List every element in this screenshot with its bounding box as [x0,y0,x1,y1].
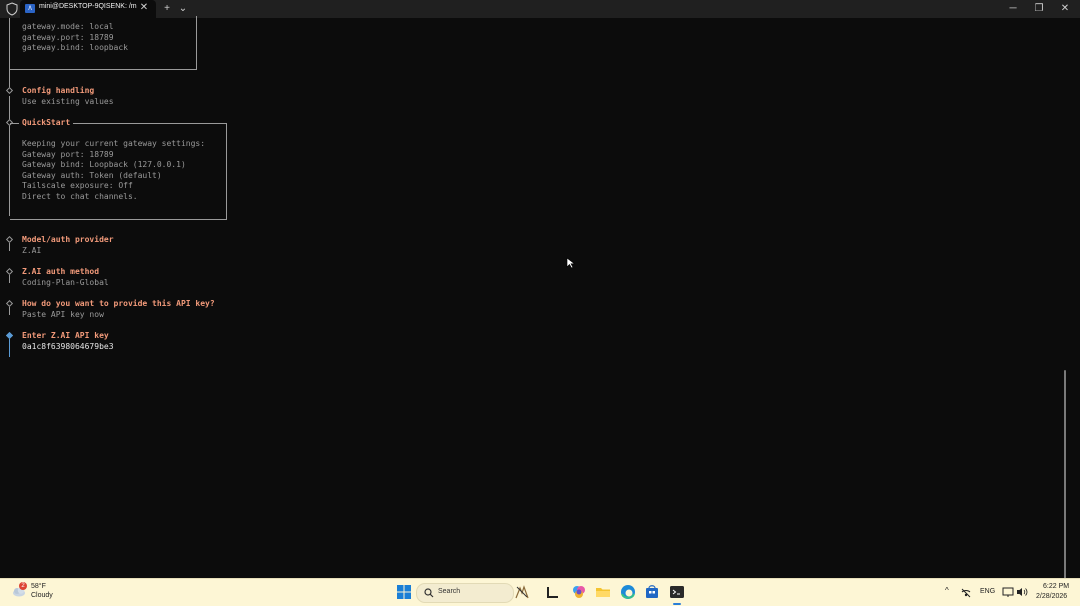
step-rail [9,243,10,251]
show-hidden-icons-chevron[interactable]: ^ [945,586,949,595]
close-window-button[interactable]: ✕ [1052,1,1078,17]
active-step-icon [5,331,14,340]
gateway-mode-line: gateway.mode: local [22,22,114,31]
terminal-app-icon[interactable] [669,584,685,600]
gateway-port-line: gateway.port: 18789 [22,33,114,42]
step-diamond-icon [5,86,14,95]
taskbar: 2 58°F Cloudy Search ^ ENG 6:22 PM 2/28/… [0,578,1080,606]
microsoft-store-icon[interactable] [644,584,660,600]
step-diamond-icon [5,299,14,308]
minimize-button[interactable]: ─ [1000,1,1026,17]
api-key-method-value: Paste API key now [22,310,104,319]
task-view-icon[interactable] [545,584,561,600]
api-key-method-title: How do you want to provide this API key? [22,299,215,308]
quickstart-line: Gateway auth: Token (default) [22,171,162,180]
api-key-entry-title: Enter Z.AI API key [22,331,109,340]
language-indicator[interactable]: ENG [980,588,995,595]
volume-icon[interactable] [1016,586,1028,598]
step-diamond-icon [5,267,14,276]
step-diamond-icon [5,235,14,244]
new-tab-button[interactable]: + [161,1,173,17]
model-provider-title: Model/auth provider [22,235,114,244]
terminal-scrollbar[interactable] [1064,370,1066,582]
quickstart-line: Direct to chat channels. [22,192,138,201]
gateway-bind-line: gateway.bind: loopback [22,43,128,52]
mouse-cursor-icon [566,257,576,269]
display-icon[interactable] [1002,586,1014,598]
api-key-input[interactable]: 0a1c8f6398064679be3 [22,342,114,352]
tab-close-icon[interactable]: ✕ [139,2,149,14]
clock-date[interactable]: 2/28/2026 [1036,593,1067,600]
taskbar-search[interactable]: Search [416,583,514,603]
quickstart-line: Keeping your current gateway settings: [22,139,206,148]
quickstart-title: QuickStart [19,118,74,128]
active-step-rail [9,339,10,357]
shield-icon[interactable] [6,2,18,16]
clock-time[interactable]: 6:22 PM [1043,583,1069,590]
network-disconnected-icon[interactable] [960,587,972,599]
search-icon [424,588,434,598]
ubuntu-profile-icon: Λ [25,4,35,13]
quickstart-line: Tailscale exposure: Off [22,181,133,190]
copilot-icon[interactable] [571,584,587,600]
weather-alert-badge: 2 [19,582,27,590]
model-provider-value: Z.AI [22,246,42,255]
auth-method-title: Z.AI auth method [22,267,100,276]
tab-dropdown-button[interactable]: ⌄ [177,1,189,17]
step-rail [9,307,10,315]
tab-title: mini@DESKTOP-9QISENK: /m [39,3,137,10]
search-highlight-icon[interactable] [514,584,530,600]
windows-start-icon[interactable] [396,584,412,600]
config-handling-title: Config handling [22,86,95,95]
quickstart-line: Gateway bind: Loopback (127.0.0.1) [22,160,186,169]
terminal-pane[interactable]: gateway.mode: local gateway.port: 18789 … [0,16,1070,582]
search-label: Search [438,588,461,595]
step-rail [9,275,10,283]
file-explorer-icon[interactable] [595,584,611,600]
auth-method-value: Coding-Plan-Global [22,278,109,287]
config-handling-value: Use existing values [22,97,114,106]
quickstart-line: Gateway port: 18789 [22,150,114,159]
maximize-button[interactable]: ❐ [1026,1,1052,17]
weather-condition: Cloudy [31,592,53,599]
weather-temperature: 58°F [31,583,46,590]
edge-browser-icon[interactable] [620,584,636,600]
